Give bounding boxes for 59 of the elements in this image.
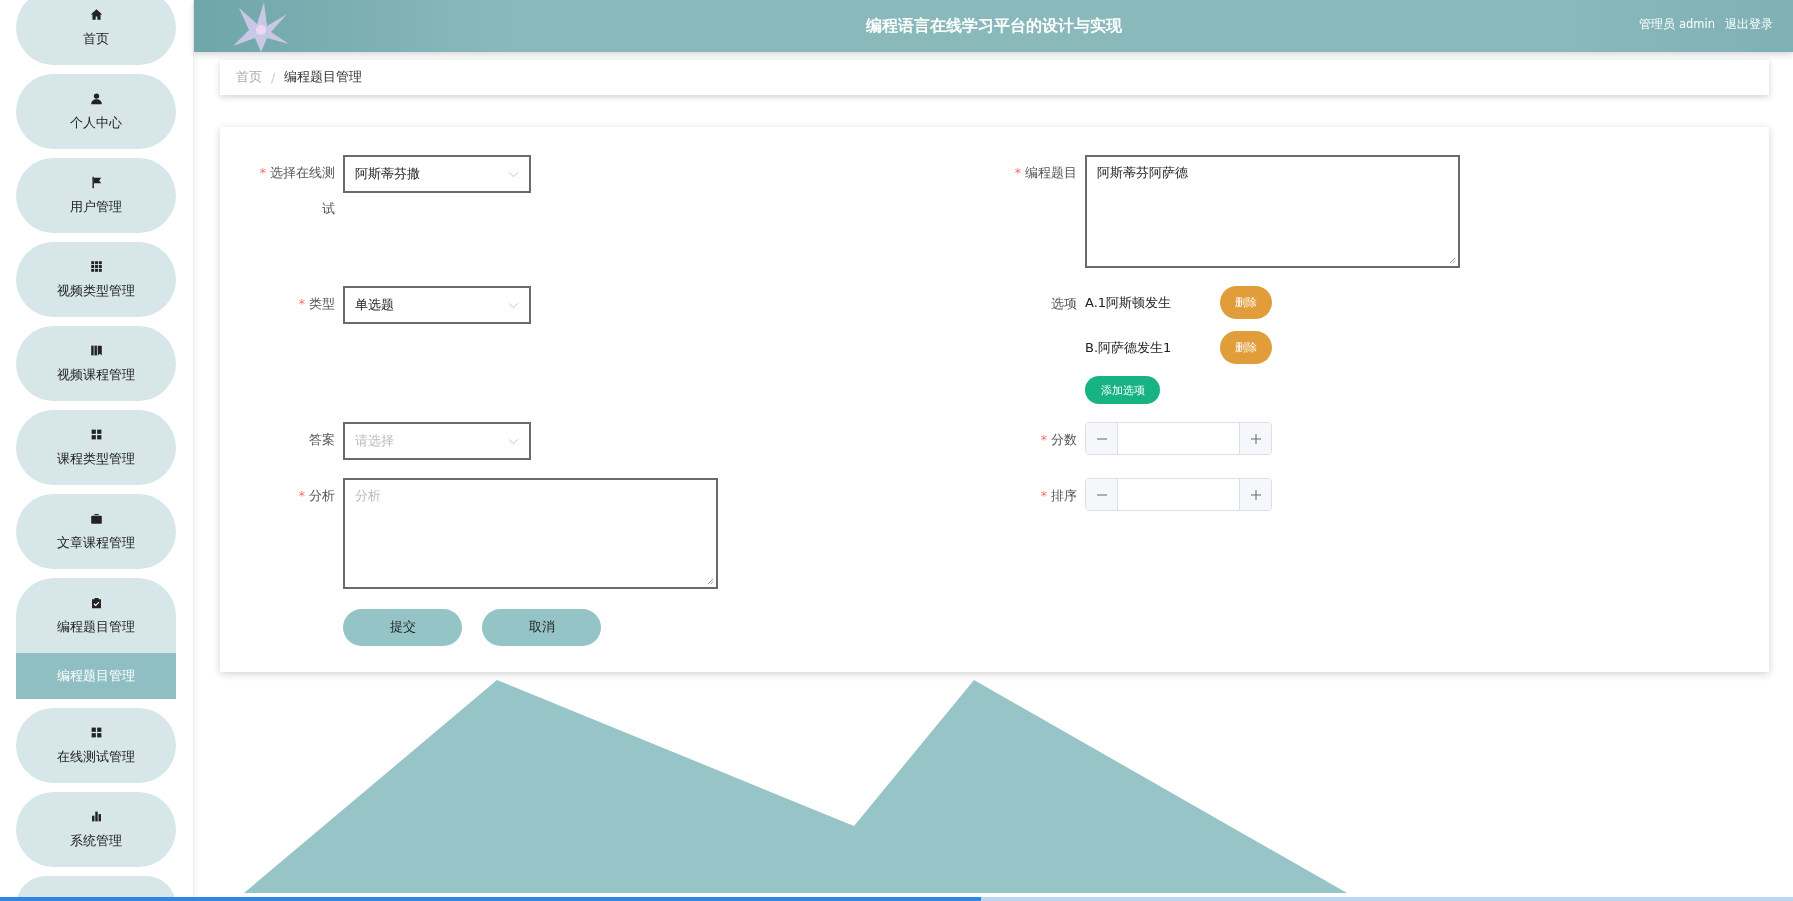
field-label: 排序 bbox=[1051, 488, 1077, 503]
type-select[interactable]: 单选题 bbox=[343, 286, 531, 324]
bar-chart-icon bbox=[89, 809, 103, 823]
menu-item[interactable]: 个人中心 bbox=[16, 74, 176, 149]
menu-item[interactable]: 视频类型管理 bbox=[16, 242, 176, 317]
menu-item[interactable]: 课程类型管理 bbox=[16, 410, 176, 485]
admin-username: 管理员 admin bbox=[1639, 17, 1715, 32]
decrement-button[interactable] bbox=[1086, 423, 1118, 454]
book-icon bbox=[89, 343, 103, 357]
clipboard-check-icon bbox=[89, 595, 103, 609]
required-mark: * bbox=[259, 165, 266, 180]
menu-item[interactable]: 系统管理 bbox=[16, 792, 176, 867]
decrement-button[interactable] bbox=[1086, 479, 1118, 510]
grid-icon bbox=[89, 259, 103, 273]
progress-bar[interactable] bbox=[0, 897, 1793, 901]
required-mark: * bbox=[1014, 165, 1021, 180]
required-mark: * bbox=[298, 296, 305, 311]
field-label: 分析 bbox=[309, 488, 335, 503]
test-select[interactable]: 阿斯蒂芬撒 bbox=[343, 155, 531, 193]
plus-icon bbox=[1249, 488, 1262, 501]
submit-button[interactable]: 提交 bbox=[343, 609, 462, 646]
plus-icon bbox=[1249, 432, 1262, 445]
menu-item[interactable]: 在线测试管理 bbox=[16, 708, 176, 783]
increment-button[interactable] bbox=[1239, 479, 1271, 510]
breadcrumb-link[interactable]: 编程题目管理 bbox=[284, 69, 363, 86]
increment-button[interactable] bbox=[1239, 423, 1271, 454]
menu-item[interactable]: 文章课程管理 bbox=[16, 494, 176, 569]
menu-item[interactable]: 用户管理 bbox=[16, 158, 176, 233]
required-mark: * bbox=[1040, 432, 1047, 447]
chevron-down-icon bbox=[508, 301, 519, 309]
home-icon bbox=[89, 7, 103, 21]
field-label: 选择在线测试 bbox=[270, 165, 335, 216]
briefcase-icon bbox=[89, 511, 103, 525]
required-mark: * bbox=[1040, 488, 1047, 503]
menu-item[interactable]: 编程题目管理 bbox=[16, 578, 176, 653]
resize-grip-icon bbox=[707, 578, 714, 585]
chevron-down-icon bbox=[508, 437, 519, 445]
field-label: 编程题目 bbox=[1025, 165, 1077, 180]
resize-grip-icon bbox=[1449, 257, 1456, 264]
grid-icon bbox=[89, 427, 103, 441]
score-number-field[interactable] bbox=[1085, 422, 1272, 455]
title-textarea[interactable]: 阿斯蒂芬阿萨德 bbox=[1085, 155, 1460, 268]
chevron-down-icon bbox=[508, 170, 519, 178]
field-label: 分数 bbox=[1051, 432, 1077, 447]
app-title: 编程语言在线学习平台的设计与实现 bbox=[865, 15, 1122, 37]
option-text: B.阿萨德发生1 bbox=[1085, 338, 1173, 357]
field-label: 答案 bbox=[309, 432, 335, 447]
sort-number-field[interactable] bbox=[1085, 478, 1272, 511]
cancel-button[interactable]: 取消 bbox=[482, 609, 601, 646]
field-label: 类型 bbox=[309, 296, 335, 311]
field-label: 选项 bbox=[1051, 296, 1077, 311]
flag-icon bbox=[89, 175, 103, 189]
user-icon bbox=[89, 91, 103, 105]
grid-icon bbox=[89, 725, 103, 739]
menu-item[interactable]: 视频课程管理 bbox=[16, 326, 176, 401]
required-mark: * bbox=[298, 488, 305, 503]
breadcrumb-separator: / bbox=[271, 70, 276, 85]
menu-item[interactable]: 首页 bbox=[16, 0, 176, 65]
option-text: A.1阿斯顿发生 bbox=[1085, 293, 1173, 312]
